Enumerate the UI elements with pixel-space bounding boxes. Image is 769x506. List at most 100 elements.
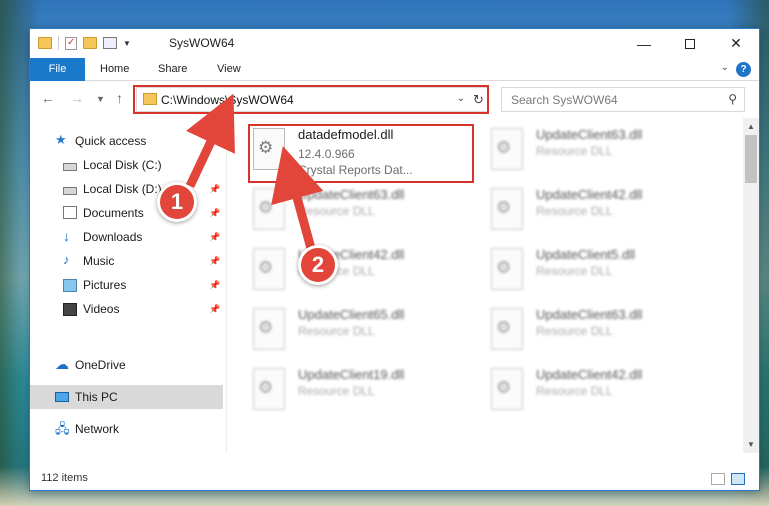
status-bar: 112 items: [30, 467, 759, 490]
pin-icon[interactable]: 📌: [209, 232, 220, 243]
pin-icon[interactable]: 📌: [209, 256, 220, 267]
explorer-window: ▼ SysWOW64 — ✕ File Home Share View ⌄ ? …: [29, 28, 760, 491]
sidebar-item-label: Pictures: [83, 278, 127, 292]
tab-file[interactable]: File: [30, 58, 85, 81]
sidebar-item-label: Music: [83, 254, 115, 268]
file-tile[interactable]: ⚙ UpdateClient63.dll Resource DLL: [465, 302, 691, 354]
title-bar: ▼ SysWOW64 — ✕: [30, 29, 759, 58]
star-icon: ★: [55, 132, 67, 147]
file-tile[interactable]: ⚙ UpdateClient5.dll Resource DLL: [465, 242, 691, 294]
sidebar-item-label: Local Disk (D:): [83, 182, 162, 196]
new-folder-icon[interactable]: [83, 37, 97, 49]
sidebar-item-downloads[interactable]: ↓ Downloads 📌: [30, 225, 223, 249]
sidebar-item-label: This PC: [75, 390, 118, 404]
properties-check-icon[interactable]: [65, 36, 77, 50]
search-input[interactable]: Search SysWOW64 ⚲: [501, 87, 745, 112]
file-tile[interactable]: ⚙ UpdateClient19.dll Resource DLL: [227, 362, 453, 414]
file-tile[interactable]: ⚙ UpdateClient65.dll Resource DLL: [227, 302, 453, 354]
minimize-button[interactable]: —: [621, 29, 667, 58]
dll-file-icon: ⚙: [491, 368, 523, 410]
up-arrow-icon[interactable]: ↑: [116, 90, 123, 106]
file-name: UpdateClient65.dll: [298, 307, 405, 322]
navigation-bar: ← → ▼ ↑ C:\Windows\SysWOW64 ⌄ ↻ Search S…: [30, 81, 759, 118]
file-tile[interactable]: ⚙ UpdateClient42.dll Resource DLL: [465, 182, 691, 234]
file-type: Resource DLL: [536, 384, 613, 398]
gear-icon: ⚙: [496, 258, 512, 277]
file-type: Resource DLL: [298, 384, 375, 398]
file-tile[interactable]: ⚙ UpdateClient42.dll Resource DLL: [227, 242, 453, 294]
search-placeholder: Search SysWOW64: [511, 93, 618, 107]
file-name: UpdateClient5.dll: [536, 247, 636, 262]
sidebar-item-label: Network: [75, 422, 120, 436]
dll-file-icon: ⚙: [491, 188, 523, 230]
tab-share[interactable]: Share: [158, 58, 187, 81]
address-highlight-box: [133, 85, 489, 114]
search-icon[interactable]: ⚲: [728, 92, 737, 106]
gear-icon: ⚙: [496, 138, 512, 157]
pin-icon[interactable]: 📌: [209, 208, 220, 219]
file-name: UpdateClient42.dll: [536, 367, 643, 382]
file-type: Resource DLL: [536, 264, 613, 278]
file-tile[interactable]: ⚙ UpdateClient63.dll Resource DLL: [465, 122, 691, 174]
toolbar-divider: [58, 36, 59, 50]
video-icon: [63, 303, 77, 316]
scroll-up-icon[interactable]: ▲: [747, 122, 755, 131]
scrollbar-thumb[interactable]: [745, 135, 757, 183]
tab-home[interactable]: Home: [100, 58, 129, 81]
sidebar-item-onedrive[interactable]: ☁ OneDrive: [30, 353, 223, 377]
sidebar-item-this-pc[interactable]: This PC: [30, 385, 223, 409]
file-name: UpdateClient19.dll: [298, 367, 405, 382]
sidebar-item-videos[interactable]: Videos 📌: [30, 297, 223, 321]
document-icon: [63, 206, 77, 219]
folder-icon: [38, 37, 52, 49]
pin-icon[interactable]: 📌: [209, 304, 220, 315]
file-name: UpdateClient63.dll: [536, 127, 643, 142]
music-icon: ♪: [63, 252, 70, 267]
tab-view[interactable]: View: [217, 58, 241, 81]
pc-icon: [55, 392, 69, 402]
sidebar-item-label: Videos: [83, 302, 120, 316]
cloud-icon: ☁: [55, 356, 69, 372]
help-icon[interactable]: ?: [736, 62, 751, 77]
close-button[interactable]: ✕: [713, 29, 759, 58]
details-view-icon[interactable]: [711, 473, 725, 485]
file-name: UpdateClient42.dll: [536, 187, 643, 202]
sidebar-item-local-disk-c[interactable]: Local Disk (C:): [30, 153, 223, 177]
maximize-icon: [685, 38, 695, 49]
back-arrow-icon[interactable]: ←: [41, 90, 55, 106]
scroll-down-icon[interactable]: ▼: [747, 440, 755, 449]
pin-icon[interactable]: 📌: [209, 184, 220, 195]
sidebar-item-label: Local Disk (C:): [83, 158, 162, 172]
gear-icon: ⚙: [258, 378, 274, 397]
ribbon-tabs: File Home Share View ⌄ ?: [30, 58, 759, 81]
chevron-down-icon[interactable]: ▼: [123, 39, 131, 48]
sidebar-item-quick-access[interactable]: ★ Quick access: [30, 129, 223, 153]
sidebar-item-label: Documents: [83, 206, 144, 220]
download-icon: ↓: [63, 228, 70, 244]
forward-arrow-icon[interactable]: →: [70, 90, 84, 106]
pictures-icon: [63, 279, 77, 292]
dll-file-icon: ⚙: [491, 248, 523, 290]
file-highlight-box: [248, 124, 474, 183]
item-count: 112 items: [41, 472, 88, 484]
recent-locations-icon[interactable]: ▼: [96, 94, 105, 104]
tiles-view-icon[interactable]: [731, 473, 745, 485]
disk-icon: [63, 162, 77, 171]
sidebar-item-network[interactable]: 🖧 Network: [30, 417, 223, 441]
gear-icon: ⚙: [258, 318, 274, 337]
quick-access-toolbar: ▼: [38, 36, 131, 50]
step-2-badge: 2: [298, 245, 338, 285]
file-tile[interactable]: ⚙ UpdateClient63.dll Resource DLL: [227, 182, 453, 234]
gear-icon: ⚙: [258, 198, 274, 217]
customize-icon[interactable]: [103, 37, 117, 49]
dll-file-icon: ⚙: [253, 308, 285, 350]
sidebar-item-label: Downloads: [83, 230, 143, 244]
pin-icon[interactable]: 📌: [209, 280, 220, 291]
file-type: Resource DLL: [536, 324, 613, 338]
sidebar-item-music[interactable]: ♪ Music 📌: [30, 249, 223, 273]
file-tile[interactable]: ⚙ UpdateClient42.dll Resource DLL: [465, 362, 691, 414]
maximize-button[interactable]: [667, 29, 713, 58]
vertical-scrollbar[interactable]: ▲ ▼: [743, 118, 759, 453]
expand-ribbon-icon[interactable]: ⌄: [721, 62, 729, 73]
sidebar-item-pictures[interactable]: Pictures 📌: [30, 273, 223, 297]
